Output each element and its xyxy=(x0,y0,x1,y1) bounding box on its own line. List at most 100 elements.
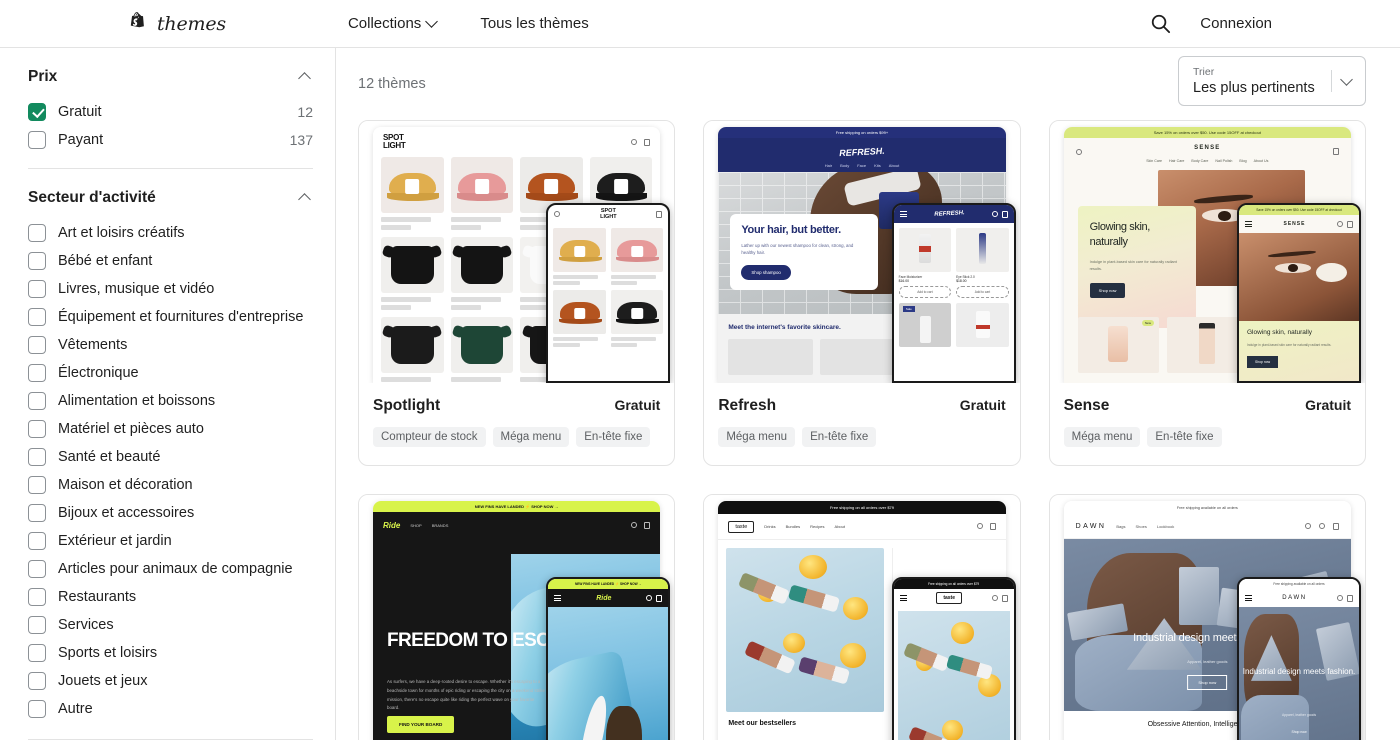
primary-nav: Collections Tous les thèmes xyxy=(326,15,611,32)
checkbox-industry[interactable] xyxy=(28,616,46,634)
checkbox-industry[interactable] xyxy=(28,644,46,662)
checkbox-industry[interactable] xyxy=(28,280,46,298)
nav-item-all-themes[interactable]: Tous les thèmes xyxy=(458,15,610,32)
chevron-up-icon xyxy=(298,72,311,85)
preview-hero-heading: Glowing skin, naturally xyxy=(1089,221,1151,248)
preview-store-logo: REFRESH. xyxy=(933,210,965,218)
filter-group-prix: Prix Gratuit 12 Payant 137 xyxy=(28,48,313,169)
filter-option-industry[interactable]: Équipement et fournitures d'entreprise xyxy=(28,303,313,331)
filter-option-industry[interactable]: Vêtements xyxy=(28,331,313,359)
theme-tag: En-tête fixe xyxy=(802,427,877,447)
theme-tags: Compteur de stock Méga menu En-tête fixe xyxy=(373,427,660,447)
search-icon[interactable] xyxy=(1149,12,1172,35)
filter-option-gratuit[interactable]: Gratuit 12 xyxy=(28,98,313,126)
checkbox-industry[interactable] xyxy=(28,532,46,550)
filter-option-industry[interactable]: Bijoux et accessoires xyxy=(28,499,313,527)
theme-price: Gratuit xyxy=(614,397,661,413)
checkbox-industry[interactable] xyxy=(28,364,46,382)
sort-select-separator xyxy=(1331,70,1332,92)
checkbox-industry[interactable] xyxy=(28,476,46,494)
theme-tag: Méga menu xyxy=(718,427,796,447)
filter-option-industry[interactable]: Bébé et enfant xyxy=(28,247,313,275)
checkbox-industry[interactable] xyxy=(28,672,46,690)
filter-option-industry[interactable]: Art et loisirs créatifs xyxy=(28,219,313,247)
filter-option-industry-label: Alimentation et boissons xyxy=(58,393,216,409)
preview-announcement: Save 15% on orders over $50. Use code 15… xyxy=(1239,205,1359,215)
preview-nav-link: Kits xyxy=(874,163,881,168)
checkbox-industry[interactable] xyxy=(28,308,46,326)
checkbox-industry[interactable] xyxy=(28,336,46,354)
filter-option-industry-label: Livres, musique et vidéo xyxy=(58,281,215,297)
theme-card-info: Spotlight Gratuit Compteur de stock Méga… xyxy=(359,383,674,465)
preview-store-logo: SPOT LIGHT xyxy=(383,133,406,150)
preview-nav-link: Shoes xyxy=(1135,524,1147,529)
checkbox-gratuit[interactable] xyxy=(28,103,46,121)
filter-option-industry[interactable]: Matériel et pièces auto xyxy=(28,415,313,443)
filter-option-industry[interactable]: Jouets et jeux xyxy=(28,667,313,695)
nav-item-collections[interactable]: Collections xyxy=(326,15,458,32)
filter-option-industry[interactable]: Électronique xyxy=(28,359,313,387)
filter-option-industry-label: Bébé et enfant xyxy=(58,253,153,269)
theme-card-taste[interactable]: Free shipping on all orders over $79 tas… xyxy=(703,494,1021,740)
filter-option-industry[interactable]: Sports et loisirs xyxy=(28,639,313,667)
checkbox-industry[interactable] xyxy=(28,252,46,270)
preview-product-price: $18.00 xyxy=(956,279,967,283)
filter-option-industry[interactable]: Livres, musique et vidéo xyxy=(28,275,313,303)
login-link[interactable]: Connexion xyxy=(1200,15,1272,32)
filter-option-industry-label: Sports et loisirs xyxy=(58,645,158,661)
preview-store-logo: REFRESH. xyxy=(838,145,885,159)
checkbox-industry[interactable] xyxy=(28,560,46,578)
preview-search-icon xyxy=(631,138,638,145)
filter-option-gratuit-label: Gratuit xyxy=(58,104,102,120)
theme-card-info: Refresh Gratuit Méga menu En-tête fixe xyxy=(704,383,1019,465)
theme-name: Refresh xyxy=(718,397,777,414)
theme-tags: Méga menu En-tête fixe xyxy=(718,427,1005,447)
filter-option-industry[interactable]: Santé et beauté xyxy=(28,443,313,471)
checkbox-industry[interactable] xyxy=(28,224,46,242)
filter-option-payant[interactable]: Payant 137 xyxy=(28,126,313,154)
filter-option-industry[interactable]: Restaurants xyxy=(28,583,313,611)
filter-option-industry-label: Bijoux et accessoires xyxy=(58,505,195,521)
preview-hero-body: As surfers, we have a deep-rooted desire… xyxy=(387,679,545,711)
theme-card-refresh[interactable]: Free shipping on orders $99+ REFRESH. Ha… xyxy=(703,120,1021,466)
checkbox-industry[interactable] xyxy=(28,504,46,522)
preview-store-logo: Ride xyxy=(596,594,612,602)
filter-option-payant-count: 137 xyxy=(289,132,313,148)
filter-option-industry[interactable]: Services xyxy=(28,611,313,639)
filter-option-industry[interactable]: Autre xyxy=(28,695,313,723)
preview-search-icon xyxy=(991,210,998,217)
brand-logo[interactable]: themes xyxy=(128,12,226,35)
filter-group-prix-header[interactable]: Prix xyxy=(28,66,313,98)
preview-hero-cta: Shop now xyxy=(1089,282,1126,298)
hamburger-icon xyxy=(554,593,562,602)
filter-group-secteur-header[interactable]: Secteur d'activité xyxy=(28,187,313,219)
theme-card-sense[interactable]: Save 15% on orders over $50. Use code 15… xyxy=(1048,120,1366,466)
preview-cart-icon xyxy=(656,594,663,602)
checkbox-industry[interactable] xyxy=(28,700,46,718)
filter-option-industry[interactable]: Alimentation et boissons xyxy=(28,387,313,415)
theme-preview-taste: Free shipping on all orders over $79 tas… xyxy=(704,495,1020,740)
checkbox-industry[interactable] xyxy=(28,420,46,438)
filter-option-industry[interactable]: Articles pour animaux de compagnie xyxy=(28,555,313,583)
filter-option-industry[interactable]: Maison et décoration xyxy=(28,471,313,499)
preview-nav-link: About xyxy=(834,524,845,529)
filter-option-industry[interactable]: Extérieur et jardin xyxy=(28,527,313,555)
brand-wordmark: themes xyxy=(157,12,226,35)
sort-select[interactable]: Trier Les plus pertinents xyxy=(1178,56,1366,106)
preview-add-to-cart: Add to cart xyxy=(898,286,952,298)
checkbox-industry[interactable] xyxy=(28,588,46,606)
checkbox-payant[interactable] xyxy=(28,131,46,149)
theme-card-dawn[interactable]: Free shipping available on all orders DA… xyxy=(1048,494,1366,740)
preview-announcement: Free shipping on all orders over $79 xyxy=(718,501,1006,514)
preview-cart-icon xyxy=(1333,148,1339,155)
theme-card-spotlight[interactable]: SPOT LIGHT SPOT LIGHT Spotlight Gratuit … xyxy=(358,120,676,466)
preview-cart-icon xyxy=(1333,523,1339,530)
nav-item-collections-label: Collections xyxy=(347,15,422,32)
preview-cart-icon xyxy=(644,138,651,146)
checkbox-industry[interactable] xyxy=(28,448,46,466)
theme-card-ride[interactable]: NEW FINS HAVE LANDED ⚡ SHOP NOW → Ride S… xyxy=(358,494,676,740)
preview-hero-heading: Glowing skin, naturally xyxy=(1247,329,1313,336)
checkbox-industry[interactable] xyxy=(28,392,46,410)
preview-cart-icon xyxy=(656,210,663,218)
nav-item-all-themes-label: Tous les thèmes xyxy=(480,15,589,32)
